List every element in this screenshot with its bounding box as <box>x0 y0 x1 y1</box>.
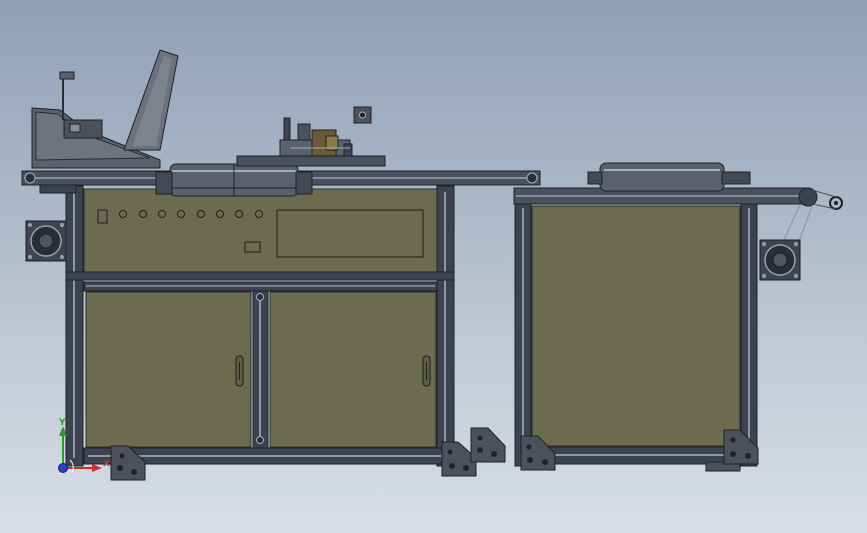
cad-viewport[interactable]: Y X <box>0 0 867 533</box>
right-door-panel <box>531 205 741 447</box>
center-roller-group <box>155 163 313 197</box>
left-door-handle <box>235 355 244 387</box>
right-fan-unit <box>759 239 801 281</box>
floating-bracket-part <box>353 106 372 124</box>
x-axis-arrow-icon <box>92 464 102 472</box>
machine-assembly-drawing: Y X <box>21 49 843 481</box>
feeder-hopper <box>31 49 179 169</box>
y-axis-label: Y <box>58 418 66 428</box>
right-top-roller <box>587 162 751 192</box>
x-axis-label: X <box>103 459 110 469</box>
left-fan-unit <box>25 220 67 262</box>
right-cabinet <box>513 162 843 472</box>
left-control-panel <box>83 188 438 273</box>
left-top-assembly <box>21 49 541 197</box>
left-rail-upper <box>65 271 455 281</box>
z-axis-origin-icon <box>58 463 68 473</box>
right-door-handle <box>422 355 431 387</box>
left-door-left <box>85 291 252 448</box>
cutting-head-assembly <box>236 117 386 167</box>
left-cabinet <box>25 185 506 481</box>
left-foot-bracket-3 <box>470 427 506 463</box>
left-door-right <box>269 291 437 448</box>
